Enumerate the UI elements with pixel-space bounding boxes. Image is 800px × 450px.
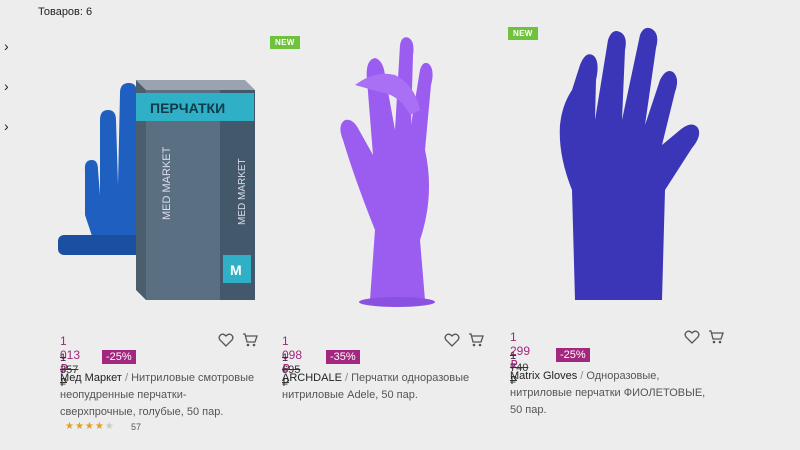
box-title: ПЕРЧАТКИ bbox=[150, 100, 225, 116]
chevron-right-icon[interactable]: › bbox=[4, 38, 9, 54]
cart-icon[interactable] bbox=[468, 332, 484, 348]
title-separator: / bbox=[341, 372, 352, 384]
cart-icon[interactable] bbox=[708, 329, 724, 345]
glove-image bbox=[340, 37, 433, 301]
product-desc-line2: нитриловые перчатки ФИОЛЕТОВЫЕ, bbox=[510, 387, 706, 399]
heart-icon[interactable] bbox=[684, 329, 700, 345]
discount-badge: -25% bbox=[102, 350, 136, 364]
product-brand[interactable]: ARCHDALE bbox=[282, 372, 342, 384]
chevron-right-icon[interactable]: › bbox=[4, 118, 9, 134]
product-image[interactable]: ПЕРЧАТКИ MED MARKET MED MARKET M bbox=[40, 75, 310, 385]
box-brand-side: MED MARKET bbox=[237, 158, 248, 225]
heart-icon[interactable] bbox=[444, 332, 460, 348]
box-brand: MED MARKET bbox=[161, 146, 173, 220]
new-badge: NEW bbox=[270, 36, 300, 49]
product-brand[interactable]: Мед Маркет bbox=[60, 372, 122, 384]
product-desc-line2: неопудренные перчатки- bbox=[60, 389, 187, 401]
title-separator: / bbox=[121, 372, 132, 384]
product-desc-line3: сверхпрочные, голубые, 50 пар. bbox=[60, 406, 224, 418]
package-image: ПЕРЧАТКИ MED MARKET MED MARKET M bbox=[136, 80, 255, 300]
product-title[interactable]: Matrix Gloves / Одноразовые, нитриловые … bbox=[510, 368, 750, 419]
chevron-right-icon[interactable]: › bbox=[4, 78, 9, 94]
glove-image bbox=[559, 27, 700, 300]
product-brand[interactable]: Matrix Gloves bbox=[510, 370, 577, 382]
heart-icon[interactable] bbox=[218, 332, 234, 348]
product-title[interactable]: ARCHDALE / Перчатки одноразовые нитрилов… bbox=[282, 370, 482, 404]
products-count: Товаров: 6 bbox=[38, 6, 93, 18]
product-desc-line2: нитриловые Adele, 50 пар. bbox=[282, 389, 418, 401]
reviews-count[interactable]: 57 bbox=[131, 422, 141, 432]
rating-stars: ★★★★★ bbox=[65, 421, 115, 432]
product-desc-line3: 50 пар. bbox=[510, 404, 547, 416]
product-title[interactable]: Мед Маркет / Нитриловые смотровые неопуд… bbox=[60, 370, 260, 421]
product-desc-line1: Нитриловые смотровые bbox=[131, 372, 255, 384]
product-image[interactable] bbox=[550, 20, 720, 310]
box-size: M bbox=[230, 262, 242, 278]
discount-badge: -35% bbox=[326, 350, 360, 364]
new-badge: NEW bbox=[508, 27, 538, 40]
cart-icon[interactable] bbox=[242, 332, 258, 348]
discount-badge: -25% bbox=[556, 348, 590, 362]
product-desc-line1: Перчатки одноразовые bbox=[351, 372, 470, 384]
product-image[interactable] bbox=[325, 30, 485, 310]
product-desc-line1: Одноразовые, bbox=[586, 370, 660, 382]
